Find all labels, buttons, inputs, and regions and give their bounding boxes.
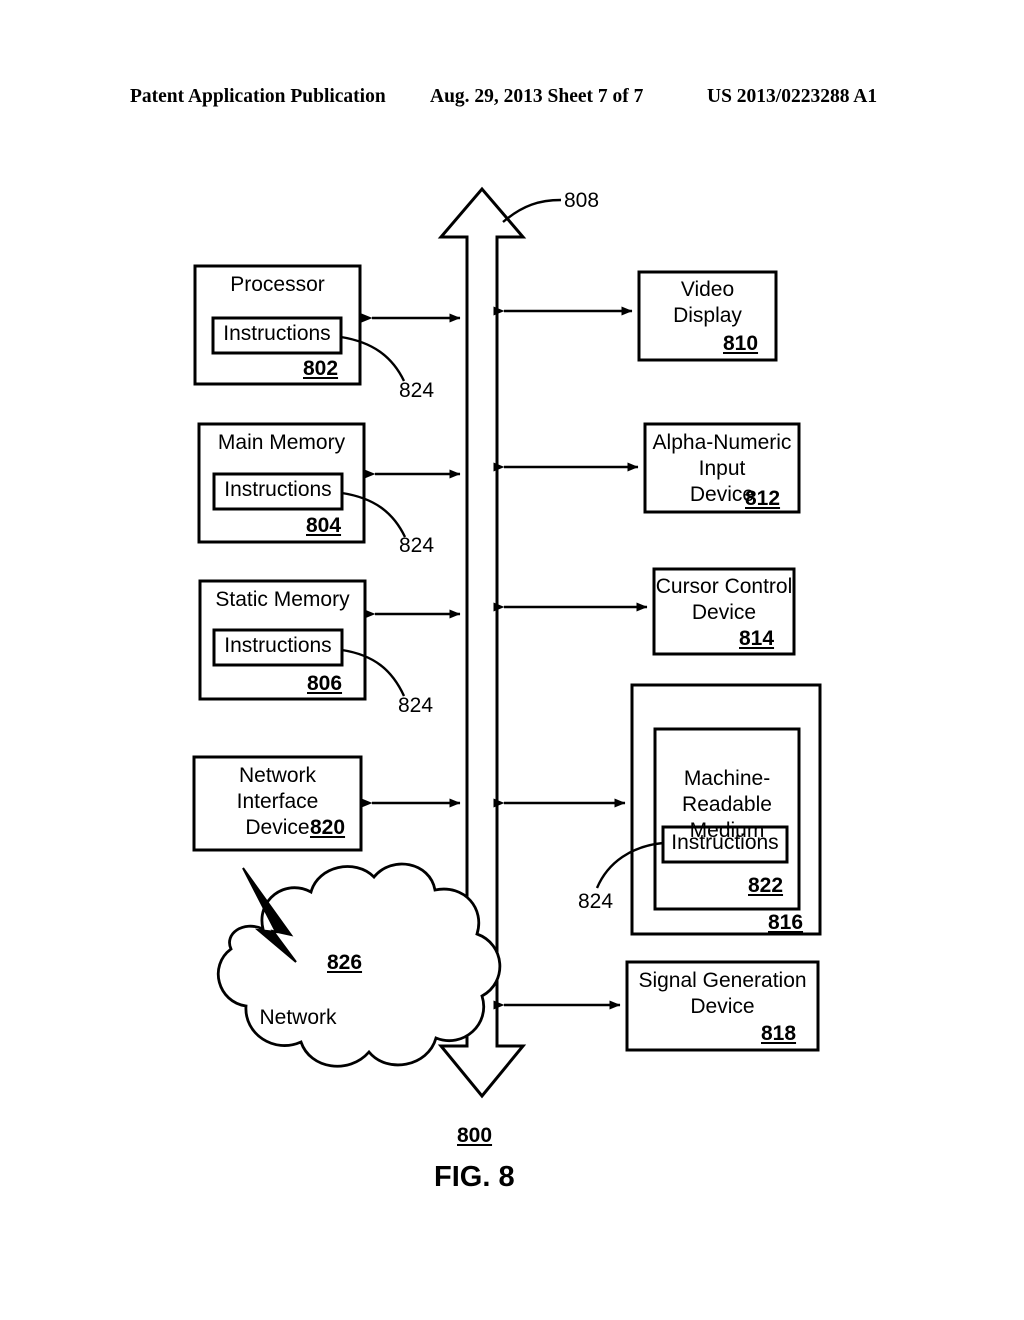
cursor-control-device-title: Cursor Control Device [655,575,793,624]
network-cloud-label: Network [259,1006,337,1029]
signal-generation-device-ref-number: 818 [761,1022,797,1045]
system-ref-number-800: 800 [457,1124,493,1147]
processor-instructions-label: Instructions [223,322,331,345]
cursor-control-device-ref-number: 814 [739,627,775,650]
alpha-numeric-input-device-ref-number: 812 [745,487,781,510]
processor-title: Processor [230,273,325,296]
storage-unit-ref-number: 816 [768,911,804,934]
static-memory-title: Static Memory [215,588,350,611]
main-memory-leader-ref-824: 824 [399,534,435,557]
storage-leader-ref-824: 824 [578,890,614,913]
patent-figure-8: Processor Instructions 802 824 Main Memo… [0,0,1024,1320]
figure-caption: FIG. 8 [434,1161,515,1193]
main-memory-ref-number: 804 [306,514,342,537]
network-interface-device-ref-number: 820 [310,816,346,839]
processor-ref-number: 802 [303,357,339,380]
main-memory-instructions-leader [341,491,407,538]
storage-instructions-label: Instructions [671,831,779,854]
static-memory-leader-ref-824: 824 [398,694,434,717]
video-display-title: Video Display [673,278,742,327]
bus-ref-number-808: 808 [564,189,600,212]
signal-generation-device-title: Signal Generation Device [638,969,807,1018]
network-cloud-ref-number: 826 [327,951,363,974]
static-memory-instructions-label: Instructions [224,634,332,657]
processor-instructions-leader [340,335,406,382]
static-memory-instructions-leader [341,648,406,697]
figure-line-art [192,186,822,1099]
static-memory-ref-number: 806 [307,672,343,695]
processor-leader-ref-824: 824 [399,379,435,402]
main-memory-instructions-label: Instructions [224,478,332,501]
storage-instructions-leader [595,841,664,889]
machine-readable-medium-ref-number: 822 [748,874,784,897]
bus-leader-line [502,198,562,223]
video-display-ref-number: 810 [723,332,759,355]
main-memory-title: Main Memory [217,431,346,454]
